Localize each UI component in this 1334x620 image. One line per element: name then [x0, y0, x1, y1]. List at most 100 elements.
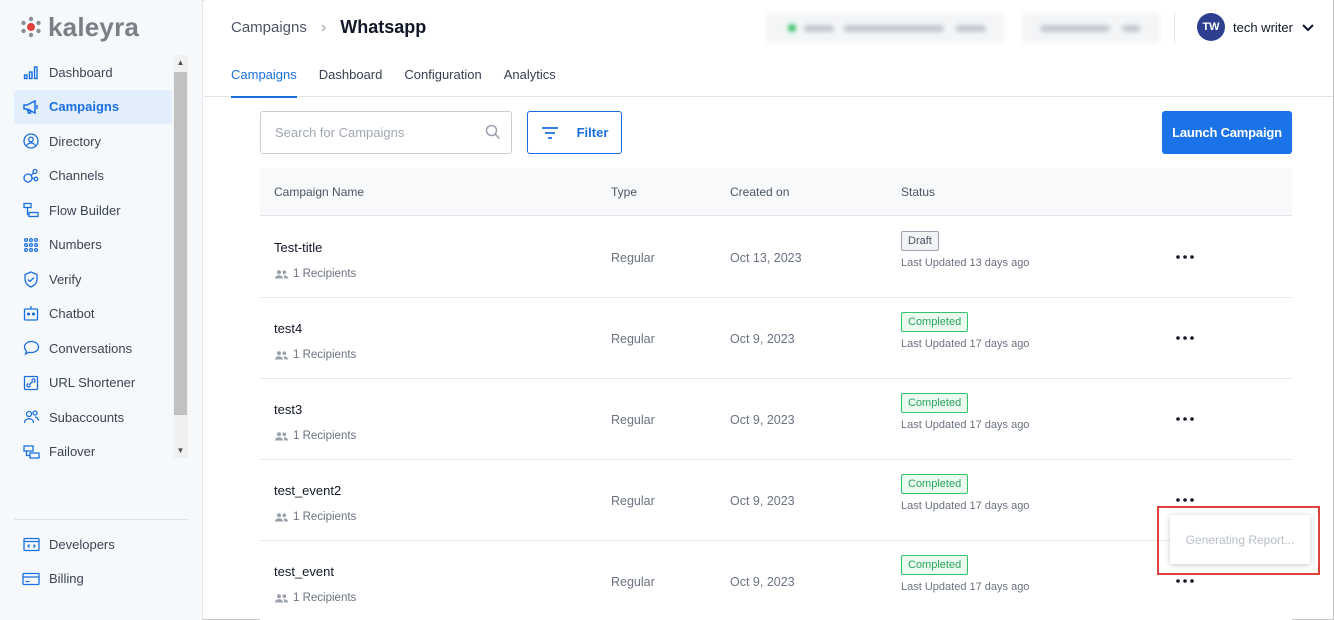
sidebar-item-billing[interactable]: Billing: [14, 562, 172, 597]
launch-campaign-button[interactable]: Launch Campaign: [1162, 111, 1292, 154]
table-row[interactable]: test4 1 Recipients Regular Oct 9, 2023 C…: [260, 298, 1292, 379]
campaign-type: Regular: [611, 332, 655, 346]
brand-name: kaleyra: [48, 11, 140, 42]
recipients-count: 1 Recipients: [275, 592, 356, 604]
user-name: tech writer: [1233, 19, 1293, 35]
status-badge: Completed: [901, 555, 969, 575]
sidebar: kaleyra Dashboard Campaigns Directory Ch…: [0, 0, 203, 620]
group-icon: [275, 350, 288, 359]
sidebar-item-label: Verify: [49, 271, 82, 287]
tab-dashboard[interactable]: Dashboard: [319, 60, 383, 98]
campaign-type: Regular: [611, 494, 655, 508]
campaign-type: Regular: [611, 575, 655, 589]
user-menu[interactable]: TW tech writer: [1197, 13, 1315, 41]
status-badge: Completed: [901, 312, 969, 332]
users-icon: [22, 408, 40, 426]
created-date: Oct 9, 2023: [730, 575, 795, 589]
breadcrumb: Campaigns › Whatsapp: [231, 17, 426, 38]
more-options-button[interactable]: [1172, 328, 1198, 348]
sidebar-bottom-nav: Developers Billing: [14, 527, 172, 596]
campaign-name[interactable]: test_event2: [274, 483, 341, 498]
tab-campaigns[interactable]: Campaigns: [231, 60, 297, 98]
recipients-label: 1 Recipients: [293, 268, 357, 280]
campaign-name[interactable]: Test-title: [274, 240, 322, 255]
sidebar-item-label: Numbers: [49, 237, 102, 253]
chat-bubble-icon: [22, 339, 40, 357]
created-date: Oct 13, 2023: [730, 251, 802, 265]
sidebar-item-campaigns[interactable]: Campaigns: [14, 89, 172, 124]
last-updated: Last Updated 17 days ago: [901, 338, 1030, 350]
sidebar-item-developers[interactable]: Developers: [14, 527, 172, 562]
sidebar-scrollbar[interactable]: ▲ ▼: [173, 55, 188, 458]
filter-label: Filter: [576, 125, 609, 140]
breadcrumb-parent[interactable]: Campaigns: [231, 19, 307, 36]
more-options-button[interactable]: [1172, 247, 1198, 267]
sidebar-item-conversations[interactable]: Conversations: [14, 331, 172, 366]
redacted-balance-info: [1022, 13, 1160, 43]
group-icon: [275, 593, 288, 602]
created-date: Oct 9, 2023: [730, 494, 795, 508]
page-header: Campaigns › Whatsapp TW tech writer Camp…: [204, 0, 1333, 98]
sidebar-item-numbers[interactable]: Numbers: [14, 228, 172, 263]
column-header-created[interactable]: Created on: [730, 185, 789, 199]
last-updated: Last Updated 17 days ago: [901, 500, 1030, 512]
more-horizontal-icon: [1176, 498, 1194, 502]
chevron-down-icon: [1302, 23, 1314, 31]
campaign-name[interactable]: test4: [274, 321, 302, 336]
recipients-count: 1 Recipients: [275, 430, 356, 442]
scroll-down-arrow-icon[interactable]: ▼: [173, 443, 188, 458]
sidebar-item-channels[interactable]: Channels: [14, 159, 172, 194]
search-icon[interactable]: [485, 124, 501, 140]
sidebar-item-subaccounts[interactable]: Subaccounts: [14, 400, 172, 435]
sidebar-item-verify[interactable]: Verify: [14, 262, 172, 297]
campaign-name[interactable]: test3: [274, 402, 302, 417]
recipients-count: 1 Recipients: [275, 268, 356, 280]
sidebar-item-label: Developers: [49, 536, 115, 552]
sidebar-item-label: Conversations: [49, 340, 133, 356]
tab-configuration[interactable]: Configuration: [404, 60, 481, 98]
shield-check-icon: [22, 270, 40, 288]
sidebar-item-directory[interactable]: Directory: [14, 124, 172, 159]
column-header-name[interactable]: Campaign Name: [274, 185, 364, 199]
sidebar-item-url-shortener[interactable]: URL Shortener: [14, 366, 172, 401]
recipients-label: 1 Recipients: [293, 592, 357, 604]
kaleyra-logo[interactable]: kaleyra: [20, 12, 139, 42]
sidebar-item-label: Billing: [49, 571, 84, 587]
scrollbar-thumb[interactable]: [174, 72, 187, 415]
table-row[interactable]: test_event2 1 Recipients Regular Oct 9, …: [260, 460, 1292, 541]
column-header-status[interactable]: Status: [901, 185, 935, 199]
tab-bar: Campaigns Dashboard Configuration Analyt…: [231, 60, 578, 98]
channels-icon: [22, 167, 40, 185]
filter-button[interactable]: Filter: [527, 111, 622, 154]
search-input[interactable]: [261, 112, 481, 153]
failover-icon: [22, 443, 40, 461]
table-row[interactable]: Test-title 1 Recipients Regular Oct 13, …: [260, 217, 1292, 298]
bar-chart-icon: [22, 63, 40, 81]
table-row[interactable]: test3 1 Recipients Regular Oct 9, 2023 C…: [260, 379, 1292, 460]
tab-analytics[interactable]: Analytics: [504, 60, 556, 98]
contact-icon: [22, 132, 40, 150]
sidebar-item-label: Directory: [49, 133, 102, 149]
campaign-name[interactable]: test_event: [274, 564, 334, 579]
sidebar-item-failover[interactable]: Failover: [14, 435, 172, 470]
scroll-up-arrow-icon[interactable]: ▲: [173, 55, 188, 70]
table-row[interactable]: test_event 1 Recipients Regular Oct 9, 2…: [260, 541, 1292, 620]
sidebar-item-label: Failover: [49, 444, 96, 460]
campaign-type: Regular: [611, 251, 655, 265]
group-icon: [275, 431, 288, 440]
credit-card-icon: [22, 570, 40, 588]
sidebar-item-label: Dashboard: [49, 64, 113, 80]
megaphone-icon: [22, 98, 40, 116]
redacted-account-info: [766, 13, 1004, 43]
filter-icon: [541, 126, 558, 139]
generating-report-popover: Generating Report...: [1170, 515, 1310, 564]
more-options-button[interactable]: [1172, 409, 1198, 429]
last-updated: Last Updated 17 days ago: [901, 581, 1030, 593]
sidebar-item-flow-builder[interactable]: Flow Builder: [14, 193, 172, 228]
column-header-type[interactable]: Type: [611, 185, 637, 199]
sidebar-item-label: Campaigns: [49, 99, 120, 115]
last-updated: Last Updated 13 days ago: [901, 257, 1030, 269]
more-horizontal-icon: [1176, 255, 1194, 259]
sidebar-item-chatbot[interactable]: Chatbot: [14, 297, 172, 332]
sidebar-item-dashboard[interactable]: Dashboard: [14, 55, 172, 90]
